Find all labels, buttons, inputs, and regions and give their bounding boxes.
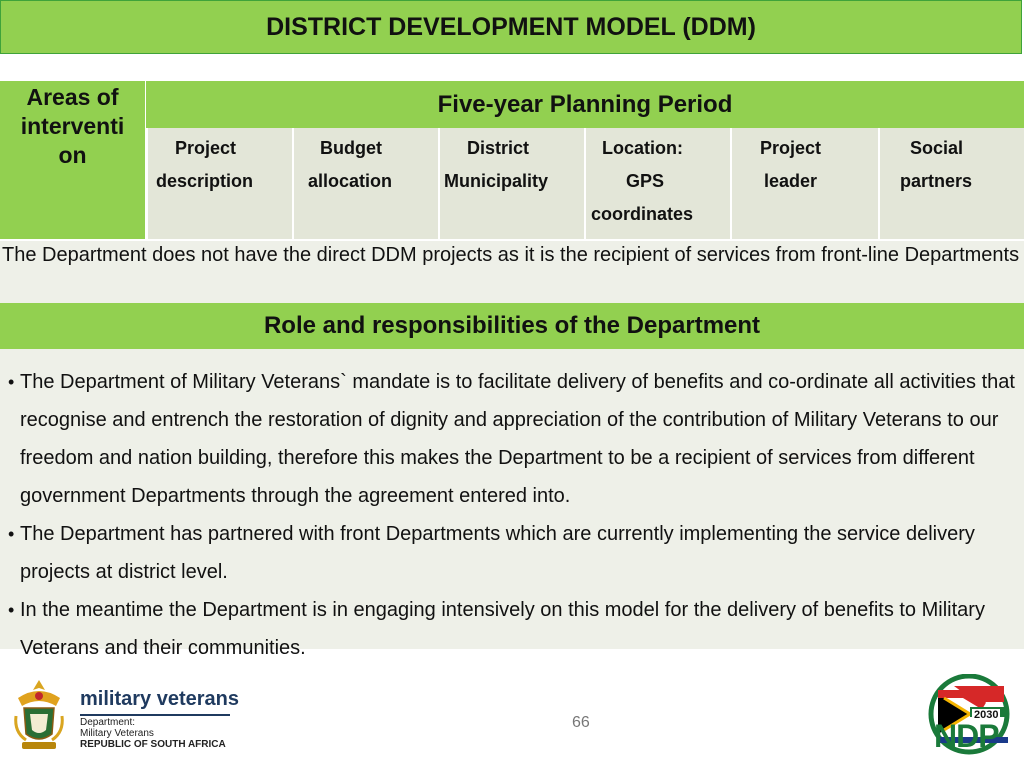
column-district-municipality: District Municipality: [438, 128, 584, 239]
column-label: Social: [910, 138, 964, 158]
military-veterans-logo: military veterans Department: Military V…: [8, 676, 239, 756]
bullet-icon: •: [8, 600, 15, 620]
brand-name: military veterans: [80, 688, 239, 710]
responsibilities-list: • The Department of Military Veterans` m…: [0, 349, 1024, 659]
column-label: leader: [764, 171, 818, 191]
column-label: District: [467, 138, 530, 158]
column-location-gps: Location: GPS coordinates: [584, 128, 730, 239]
ndp-text: NDP: [934, 718, 1000, 754]
ndp-2030-logo: 2030 NDP: [924, 673, 1014, 760]
column-label: Budget: [320, 138, 382, 158]
title-bar: DISTRICT DEVELOPMENT MODEL (DDM): [0, 0, 1022, 54]
dept-line: Military Veterans: [80, 728, 154, 739]
bullet-text: In the meantime the Department is in eng…: [20, 599, 985, 659]
ddm-note: The Department does not have the direct …: [0, 241, 1024, 303]
column-label: Project: [760, 138, 822, 158]
role-heading: Role and responsibilities of the Departm…: [0, 303, 1024, 349]
list-item: • The Department has partnered with fron…: [8, 515, 1024, 591]
column-label: description: [156, 171, 254, 191]
column-label: Project: [175, 138, 237, 158]
bullet-icon: •: [8, 524, 15, 544]
column-budget-allocation: Budget allocation: [292, 128, 438, 239]
column-project-leader: Project leader: [730, 128, 878, 239]
dept-line: Department:: [80, 717, 136, 728]
bullet-text: The Department of Military Veterans` man…: [20, 371, 1015, 507]
areas-line: Areas of: [26, 84, 119, 110]
areas-line: on: [58, 142, 87, 168]
planning-period-header: Five-year Planning Period: [146, 81, 1024, 128]
column-label: allocation: [308, 171, 393, 191]
column-label: partners: [900, 171, 973, 191]
bullet-text: The Department has partnered with front …: [20, 523, 975, 583]
areas-line: interventi: [20, 113, 125, 139]
coat-of-arms-icon: [14, 680, 64, 749]
bullet-icon: •: [8, 372, 15, 392]
areas-of-intervention-cell: Areas of interventi on: [0, 81, 146, 239]
list-item: • In the meantime the Department is in e…: [8, 591, 1024, 667]
page-title: DISTRICT DEVELOPMENT MODEL (DDM): [266, 12, 756, 41]
column-project-description: Project description: [146, 128, 292, 239]
column-social-partners: Social partners: [878, 128, 1024, 239]
column-label: GPS: [626, 171, 665, 191]
page-number: 66: [572, 714, 590, 731]
column-label: coordinates: [591, 204, 694, 224]
dept-line: REPUBLIC OF SOUTH AFRICA: [80, 739, 226, 750]
list-item: • The Department of Military Veterans` m…: [8, 363, 1024, 515]
column-label: Location:: [602, 138, 683, 158]
column-label: Municipality: [444, 171, 549, 191]
brand-divider: [80, 714, 230, 716]
